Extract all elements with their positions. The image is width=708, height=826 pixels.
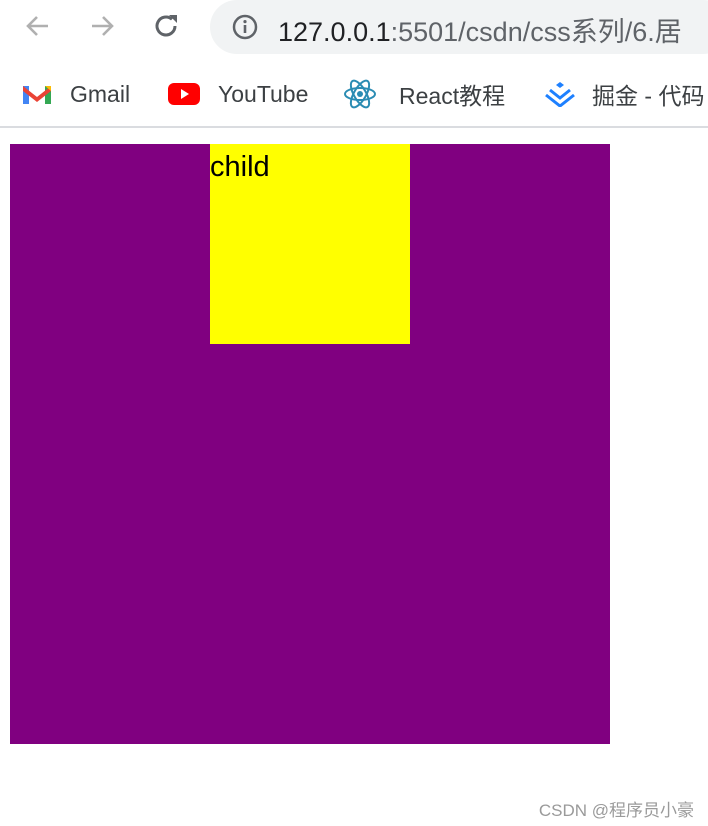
child-box: child [210, 144, 410, 344]
bookmark-label: YouTube [218, 80, 309, 107]
bookmark-youtube[interactable]: YouTube [168, 78, 308, 110]
bookmark-react[interactable]: React教程 [343, 78, 505, 110]
info-icon[interactable] [232, 14, 258, 40]
forward-button[interactable] [86, 10, 118, 42]
forward-arrow-icon [92, 16, 114, 36]
toolbar-divider [0, 126, 708, 128]
bookmark-label: 掘金 - 代码 [592, 83, 705, 109]
parent-box: child [10, 144, 610, 744]
bookmark-juejin[interactable]: 掘金 - 代码 [544, 78, 704, 110]
gmail-icon [23, 86, 51, 104]
url-path: :5501/csdn/css系列/6.居 [390, 17, 682, 47]
back-arrow-icon [26, 16, 48, 36]
youtube-icon [168, 83, 200, 105]
url-text: 127.0.0.1:5501/csdn/css系列/6.居 [278, 10, 682, 49]
child-label: child [210, 151, 270, 183]
bookmarks-bar: Gmail YouTube React教程 掘金 - 代码 [0, 70, 708, 118]
bookmark-gmail[interactable]: Gmail [22, 78, 130, 110]
react-icon [344, 79, 376, 109]
address-bar[interactable]: 127.0.0.1:5501/csdn/css系列/6.居 [210, 0, 708, 54]
juejin-icon [545, 82, 575, 107]
watermark: CSDN @程序员小豪 [538, 801, 694, 820]
back-button[interactable] [22, 10, 54, 42]
bookmark-label: React教程 [399, 83, 506, 109]
reload-icon [155, 15, 177, 37]
url-host: 127.0.0.1 [278, 17, 391, 47]
reload-button[interactable] [150, 10, 182, 42]
browser-toolbar: 127.0.0.1:5501/csdn/css系列/6.居 [0, 0, 708, 54]
bookmark-label: Gmail [70, 80, 131, 107]
